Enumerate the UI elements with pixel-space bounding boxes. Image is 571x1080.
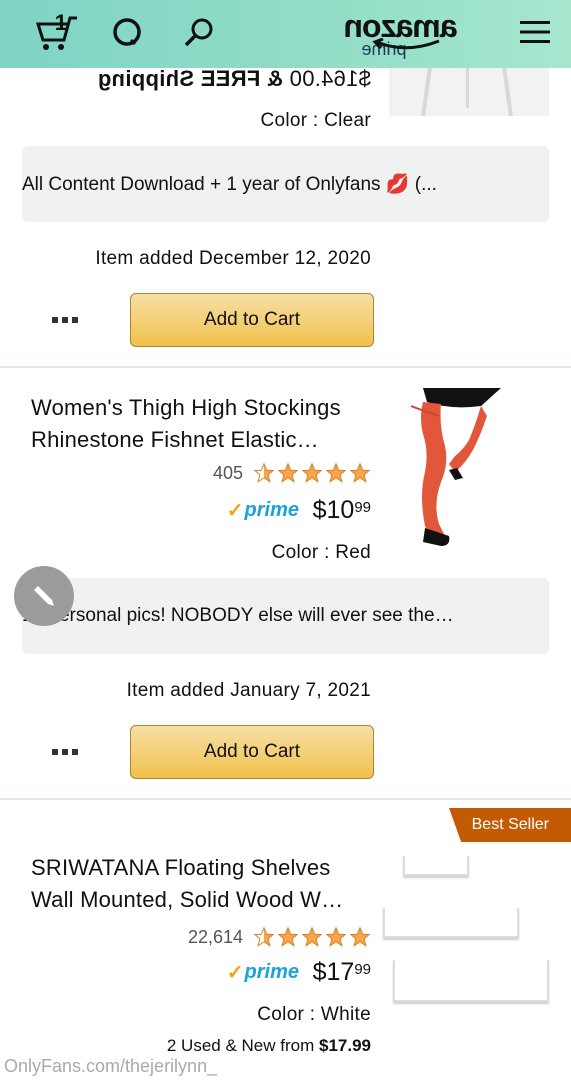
shipping-info: & FREE Shipping	[97, 66, 283, 91]
product-image[interactable]	[389, 68, 549, 116]
gift-note-text: 10 personal pics! NOBODY else will ever …	[22, 605, 454, 626]
amazon-prime-logo[interactable]: amazon prime	[331, 6, 471, 62]
screen: amazon prime 1 $164.00 & FREE Shipping C…	[0, 0, 571, 1080]
divider	[0, 366, 571, 368]
price-row: $1099 ✓ prime	[226, 496, 371, 525]
watermark-text: OnlyFans.com/thejerilynn_	[4, 1056, 218, 1076]
star-rating[interactable]: 22,614	[188, 926, 371, 948]
item-price: $164.00	[289, 66, 371, 91]
prime-badge: ✓ prime	[226, 499, 299, 522]
item-color: Color : Red	[271, 542, 371, 563]
pencil-icon	[34, 586, 54, 606]
item-title[interactable]: SRIWATANA Floating Shelves Wall Mounted,…	[31, 852, 371, 916]
more-options-button[interactable]	[45, 310, 85, 330]
menu-icon[interactable]	[511, 8, 559, 56]
alexa-icon[interactable]	[103, 8, 151, 56]
gift-note-text: All Content Download + 1 year of Onlyfan…	[22, 174, 437, 195]
item-color: Color : Clear	[260, 110, 371, 131]
item-price: $1799	[312, 958, 371, 986]
item-title[interactable]: Women's Thigh High Stockings Rhinestone …	[31, 392, 371, 456]
star-icon	[301, 462, 323, 483]
half-star-icon	[253, 462, 275, 483]
best-seller-badge: Best Seller	[449, 808, 571, 842]
price-row: $1799 ✓ prime	[226, 958, 371, 987]
product-image[interactable]	[383, 850, 549, 1010]
star-icon	[325, 462, 347, 483]
item-added-date: Item added December 12, 2020	[95, 248, 371, 269]
more-options-button[interactable]	[45, 742, 85, 762]
star-icon	[277, 926, 299, 947]
smile-arrow-icon	[372, 38, 440, 50]
gift-note-box[interactable]: All Content Download + 1 year of Onlyfan…	[22, 146, 549, 222]
star-rating[interactable]: 405	[213, 462, 371, 484]
divider	[0, 798, 571, 800]
star-icon	[301, 926, 323, 947]
product-image[interactable]	[391, 386, 511, 548]
star-icon	[277, 462, 299, 483]
prime-badge: ✓ prime	[226, 961, 299, 984]
edit-pencil-button[interactable]	[14, 566, 74, 626]
stars-group	[253, 926, 371, 948]
star-icon	[325, 926, 347, 947]
add-to-cart-button[interactable]: Add to Cart	[130, 293, 374, 347]
review-count: 405	[212, 462, 243, 483]
item-price: $1099	[312, 496, 371, 524]
stars-group	[253, 462, 371, 484]
add-to-cart-label: Add to Cart	[203, 741, 301, 762]
star-icon	[349, 462, 371, 483]
used-new-offers-link[interactable]: 2 Used & New from $17.99	[167, 1036, 371, 1056]
review-count: 22,614	[187, 926, 243, 947]
cart-count: 1	[54, 10, 67, 35]
search-icon[interactable]	[175, 8, 223, 56]
half-star-icon	[253, 926, 275, 947]
add-to-cart-label: Add to Cart	[203, 309, 301, 330]
price-shipping-line: $164.00 & FREE Shipping	[98, 66, 371, 92]
gift-note-box[interactable]: 10 personal pics! NOBODY else will ever …	[22, 578, 549, 654]
item-color: Color : White	[257, 1004, 371, 1025]
top-nav-bar: amazon prime 1	[0, 0, 571, 68]
item-added-date: Item added January 7, 2021	[126, 680, 371, 701]
cart-icon[interactable]: 1	[33, 8, 81, 56]
add-to-cart-button[interactable]: Add to Cart	[130, 725, 374, 779]
star-icon	[349, 926, 371, 947]
